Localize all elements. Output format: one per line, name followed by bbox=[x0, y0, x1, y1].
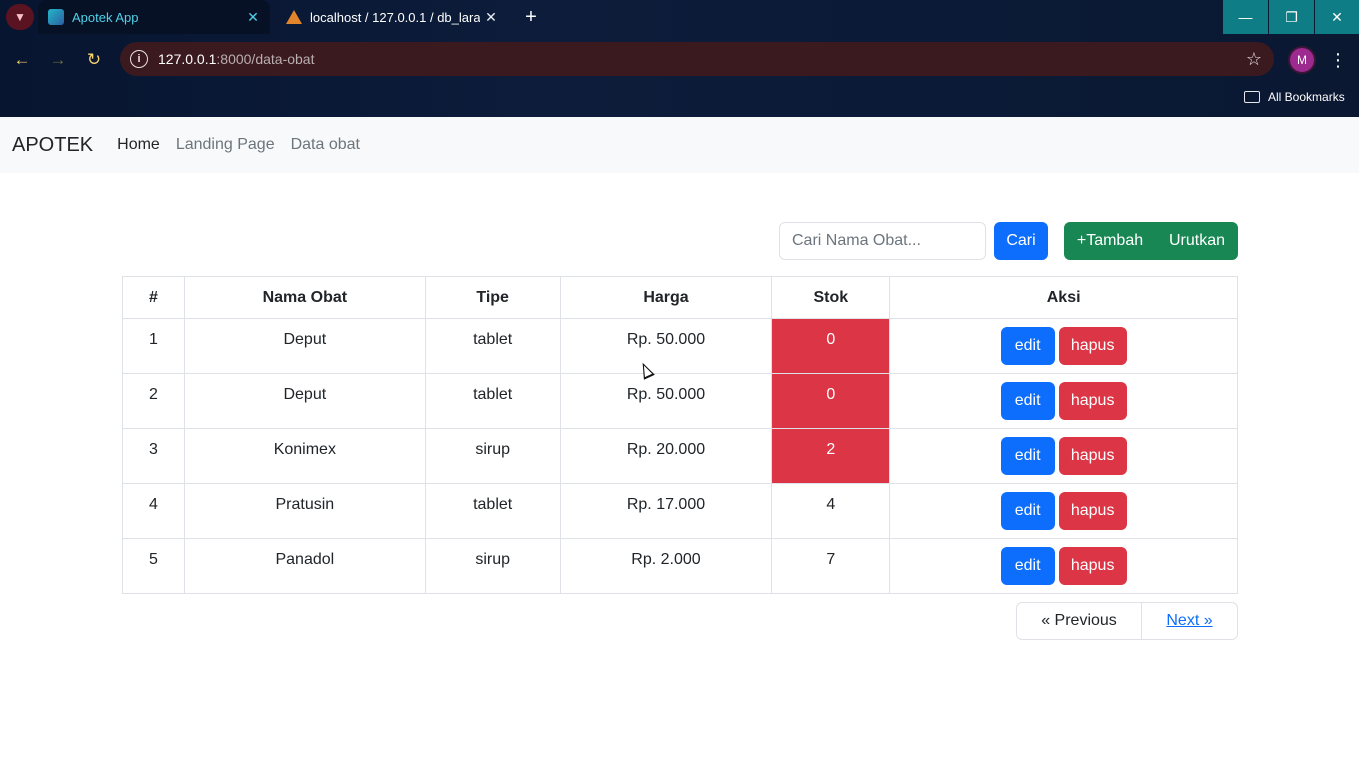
medicine-table: # Nama Obat Tipe Harga Stok Aksi 1 Deput t… bbox=[122, 276, 1238, 594]
delete-button[interactable]: hapus bbox=[1058, 382, 1127, 420]
tab-phpmyadmin[interactable]: localhost / 127.0.0.1 / db_laravel ✕ bbox=[276, 0, 508, 34]
row-tipe: sirup bbox=[424, 538, 561, 594]
row-stok: 7 bbox=[771, 538, 891, 594]
apotek-icon bbox=[48, 9, 64, 25]
address-bar[interactable]: i 127.0.0.1:8000/data-obat ☆ bbox=[120, 42, 1274, 76]
row-harga: Rp. 50.000 bbox=[559, 318, 773, 374]
reload-icon[interactable]: ↻ bbox=[80, 46, 108, 74]
minimize-icon[interactable]: — bbox=[1223, 0, 1268, 34]
row-number: 2 bbox=[122, 373, 185, 429]
row-tipe: tablet bbox=[424, 483, 561, 539]
row-nama-obat: Deput bbox=[183, 318, 426, 374]
row-aksi: edit hapus bbox=[889, 373, 1238, 429]
row-aksi: edit hapus bbox=[889, 318, 1238, 374]
tab-search-icon[interactable]: ▼ bbox=[6, 4, 34, 30]
row-aksi: edit hapus bbox=[889, 483, 1238, 539]
delete-button[interactable]: hapus bbox=[1058, 547, 1127, 585]
row-stok: 4 bbox=[771, 483, 891, 539]
nav-link-data-obat[interactable]: Data obat bbox=[291, 136, 360, 154]
phpmyadmin-icon bbox=[286, 10, 302, 24]
row-nama-obat: Pratusin bbox=[183, 483, 426, 539]
profile-avatar[interactable]: M bbox=[1290, 48, 1314, 72]
table-header-row: # Nama Obat Tipe Harga Stok Aksi bbox=[122, 276, 1238, 319]
row-harga: Rp. 50.000 bbox=[559, 373, 773, 429]
row-number: 1 bbox=[122, 318, 185, 374]
tab-title: Apotek App bbox=[72, 9, 139, 25]
search-input[interactable] bbox=[779, 222, 986, 260]
row-nama-obat: Konimex bbox=[183, 428, 426, 484]
next-page-link[interactable]: Next » bbox=[1142, 602, 1238, 640]
table-row: 2 Deput tablet Rp. 50.000 0 edit hapus bbox=[122, 373, 1238, 429]
brand-logo[interactable]: APOTEK bbox=[12, 134, 93, 157]
row-nama-obat: Panadol bbox=[183, 538, 426, 594]
row-number: 4 bbox=[122, 483, 185, 539]
table-row: 1 Deput tablet Rp. 50.000 0 edit hapus bbox=[122, 318, 1238, 374]
row-stok: 0 bbox=[771, 373, 891, 429]
edit-button[interactable]: edit bbox=[1000, 437, 1055, 475]
header-stok: Stok bbox=[771, 276, 891, 319]
row-stok: 2 bbox=[771, 428, 891, 484]
nav-link-landing-page[interactable]: Landing Page bbox=[176, 136, 275, 154]
row-number: 3 bbox=[122, 428, 185, 484]
browser-chrome: ▼ Apotek App ✕ localhost / 127.0.0.1 / d… bbox=[0, 0, 1359, 117]
search-toolbar: Cari +Tambah Urutkan bbox=[779, 222, 1238, 260]
forward-arrow-icon[interactable]: → bbox=[44, 46, 72, 74]
tab-title: localhost / 127.0.0.1 / db_laravel bbox=[310, 9, 480, 25]
sort-button[interactable]: Urutkan bbox=[1156, 222, 1238, 260]
url-host: 127.0.0.1 bbox=[158, 51, 217, 67]
add-button[interactable]: +Tambah bbox=[1064, 222, 1156, 260]
browser-toolbar: ← → ↻ i 127.0.0.1:8000/data-obat ☆ M ⋮ bbox=[0, 42, 1359, 78]
edit-button[interactable]: edit bbox=[1000, 492, 1055, 530]
close-tab-icon[interactable]: ✕ bbox=[482, 8, 500, 26]
back-arrow-icon[interactable]: ← bbox=[8, 46, 36, 74]
pagination: « Previous Next » bbox=[1016, 602, 1238, 640]
row-tipe: tablet bbox=[424, 373, 561, 429]
tab-apotek-app[interactable]: Apotek App ✕ bbox=[38, 0, 270, 34]
table-row: 3 Konimex sirup Rp. 20.000 2 edit hapus bbox=[122, 428, 1238, 484]
row-nama-obat: Deput bbox=[183, 373, 426, 429]
header-number: # bbox=[122, 276, 185, 319]
header-harga: Harga bbox=[559, 276, 773, 319]
row-number: 5 bbox=[122, 538, 185, 594]
previous-page-button[interactable]: « Previous bbox=[1016, 602, 1142, 640]
header-nama-obat: Nama Obat bbox=[183, 276, 426, 319]
table-row: 5 Panadol sirup Rp. 2.000 7 edit hapus bbox=[122, 538, 1238, 594]
new-tab-icon[interactable]: + bbox=[518, 4, 544, 30]
row-harga: Rp. 20.000 bbox=[559, 428, 773, 484]
search-button[interactable]: Cari bbox=[994, 222, 1048, 260]
edit-button[interactable]: edit bbox=[1000, 547, 1055, 585]
row-harga: Rp. 17.000 bbox=[559, 483, 773, 539]
site-info-icon[interactable]: i bbox=[130, 50, 148, 68]
url-path: :8000/data-obat bbox=[216, 51, 315, 67]
close-window-icon[interactable]: ✕ bbox=[1315, 0, 1359, 34]
row-stok: 0 bbox=[771, 318, 891, 374]
folder-icon bbox=[1244, 91, 1260, 103]
delete-button[interactable]: hapus bbox=[1058, 437, 1127, 475]
all-bookmarks[interactable]: All Bookmarks bbox=[1244, 88, 1345, 106]
delete-button[interactable]: hapus bbox=[1058, 492, 1127, 530]
bookmarks-label: All Bookmarks bbox=[1268, 90, 1345, 104]
header-aksi: Aksi bbox=[889, 276, 1238, 319]
row-aksi: edit hapus bbox=[889, 538, 1238, 594]
nav-link-home[interactable]: Home bbox=[117, 136, 160, 154]
table-row: 4 Pratusin tablet Rp. 17.000 4 edit hapus bbox=[122, 483, 1238, 539]
close-tab-icon[interactable]: ✕ bbox=[244, 8, 262, 26]
row-harga: Rp. 2.000 bbox=[559, 538, 773, 594]
row-tipe: sirup bbox=[424, 428, 561, 484]
delete-button[interactable]: hapus bbox=[1058, 327, 1127, 365]
header-tipe: Tipe bbox=[424, 276, 561, 319]
row-tipe: tablet bbox=[424, 318, 561, 374]
menu-kebab-icon[interactable]: ⋮ bbox=[1326, 48, 1350, 72]
tab-strip: ▼ Apotek App ✕ localhost / 127.0.0.1 / d… bbox=[0, 0, 1359, 34]
app-navbar: APOTEK Home Landing Page Data obat bbox=[0, 117, 1359, 173]
edit-button[interactable]: edit bbox=[1000, 382, 1055, 420]
row-aksi: edit hapus bbox=[889, 428, 1238, 484]
bookmark-star-icon[interactable]: ☆ bbox=[1246, 49, 1262, 70]
restore-icon[interactable]: ❐ bbox=[1269, 0, 1314, 34]
edit-button[interactable]: edit bbox=[1000, 327, 1055, 365]
